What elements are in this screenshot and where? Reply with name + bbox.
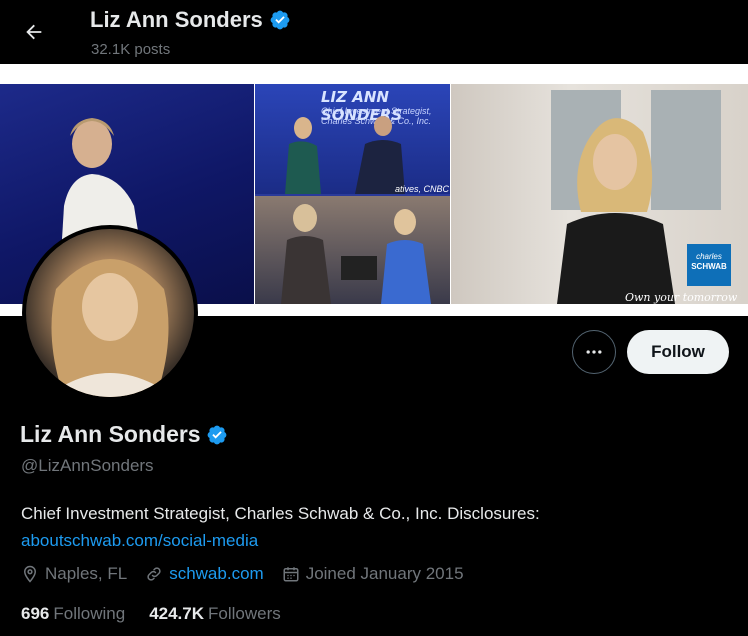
avatar-image bbox=[26, 229, 194, 397]
interview-set: LIZ ANN SONDERS Chief Investment Strateg… bbox=[255, 84, 450, 194]
website-link[interactable]: schwab.com bbox=[169, 564, 263, 584]
location-pin-icon bbox=[23, 565, 37, 583]
profile-display-name: Liz Ann Sonders bbox=[20, 421, 201, 447]
join-date: Joined January 2015 bbox=[282, 564, 464, 584]
interview-figures bbox=[285, 116, 405, 194]
post-count: 32.1K posts bbox=[91, 41, 171, 58]
location: Naples, FL bbox=[21, 564, 127, 584]
trading-floor bbox=[255, 196, 450, 304]
link-icon bbox=[147, 567, 161, 581]
followers-label: Followers bbox=[208, 604, 281, 623]
join-date-text: Joined January 2015 bbox=[305, 564, 464, 583]
banner-photo-interview: LIZ ANN SONDERS Chief Investment Strateg… bbox=[255, 84, 450, 304]
bio-text: Chief Investment Strategist, Charles Sch… bbox=[21, 504, 540, 523]
followers-stat[interactable]: 424.7K Followers bbox=[149, 604, 281, 624]
floor-figures bbox=[281, 204, 431, 304]
arrow-left-icon bbox=[26, 24, 42, 40]
banner-cnbc-text: atives, CNBC bbox=[395, 184, 450, 194]
follow-button[interactable]: Follow bbox=[627, 330, 729, 374]
logo-line-1: charles bbox=[696, 252, 722, 261]
profile-bio: Chief Investment Strategist, Charles Sch… bbox=[21, 500, 721, 554]
top-bar: Liz Ann Sonders 32.1K posts bbox=[0, 0, 748, 64]
verified-badge-icon[interactable] bbox=[206, 424, 228, 446]
following-count: 696 bbox=[21, 604, 50, 623]
followers-count: 424.7K bbox=[149, 604, 205, 623]
following-label: Following bbox=[53, 604, 126, 623]
header-name: Liz Ann Sonders bbox=[90, 7, 263, 32]
verified-badge-icon[interactable] bbox=[269, 9, 291, 31]
profile-name: Liz Ann Sonders bbox=[20, 421, 228, 448]
avatar-portrait bbox=[46, 259, 174, 397]
schwab-logo: charles SCHWAB bbox=[687, 244, 731, 286]
avatar[interactable] bbox=[22, 225, 198, 401]
logo-line-2: SCHWAB bbox=[691, 262, 727, 271]
profile-meta: Naples, FL schwab.com Joined January 201… bbox=[21, 564, 482, 584]
more-button[interactable] bbox=[572, 330, 616, 374]
profile-handle: @LizAnnSonders bbox=[21, 456, 154, 475]
profile-stats: 696 Following 424.7K Followers bbox=[21, 604, 281, 624]
calendar-icon bbox=[283, 567, 299, 582]
more-dots-icon bbox=[586, 350, 602, 354]
website: schwab.com bbox=[145, 564, 264, 584]
location-text: Naples, FL bbox=[45, 564, 128, 583]
portrait-figure bbox=[557, 118, 675, 304]
banner-tagline: Own your tomorrow bbox=[625, 291, 738, 304]
back-button[interactable] bbox=[16, 14, 52, 50]
following-stat[interactable]: 696 Following bbox=[21, 604, 125, 624]
bio-link[interactable]: aboutschwab.com/social-media bbox=[21, 531, 258, 550]
header-title: Liz Ann Sonders bbox=[90, 7, 291, 33]
